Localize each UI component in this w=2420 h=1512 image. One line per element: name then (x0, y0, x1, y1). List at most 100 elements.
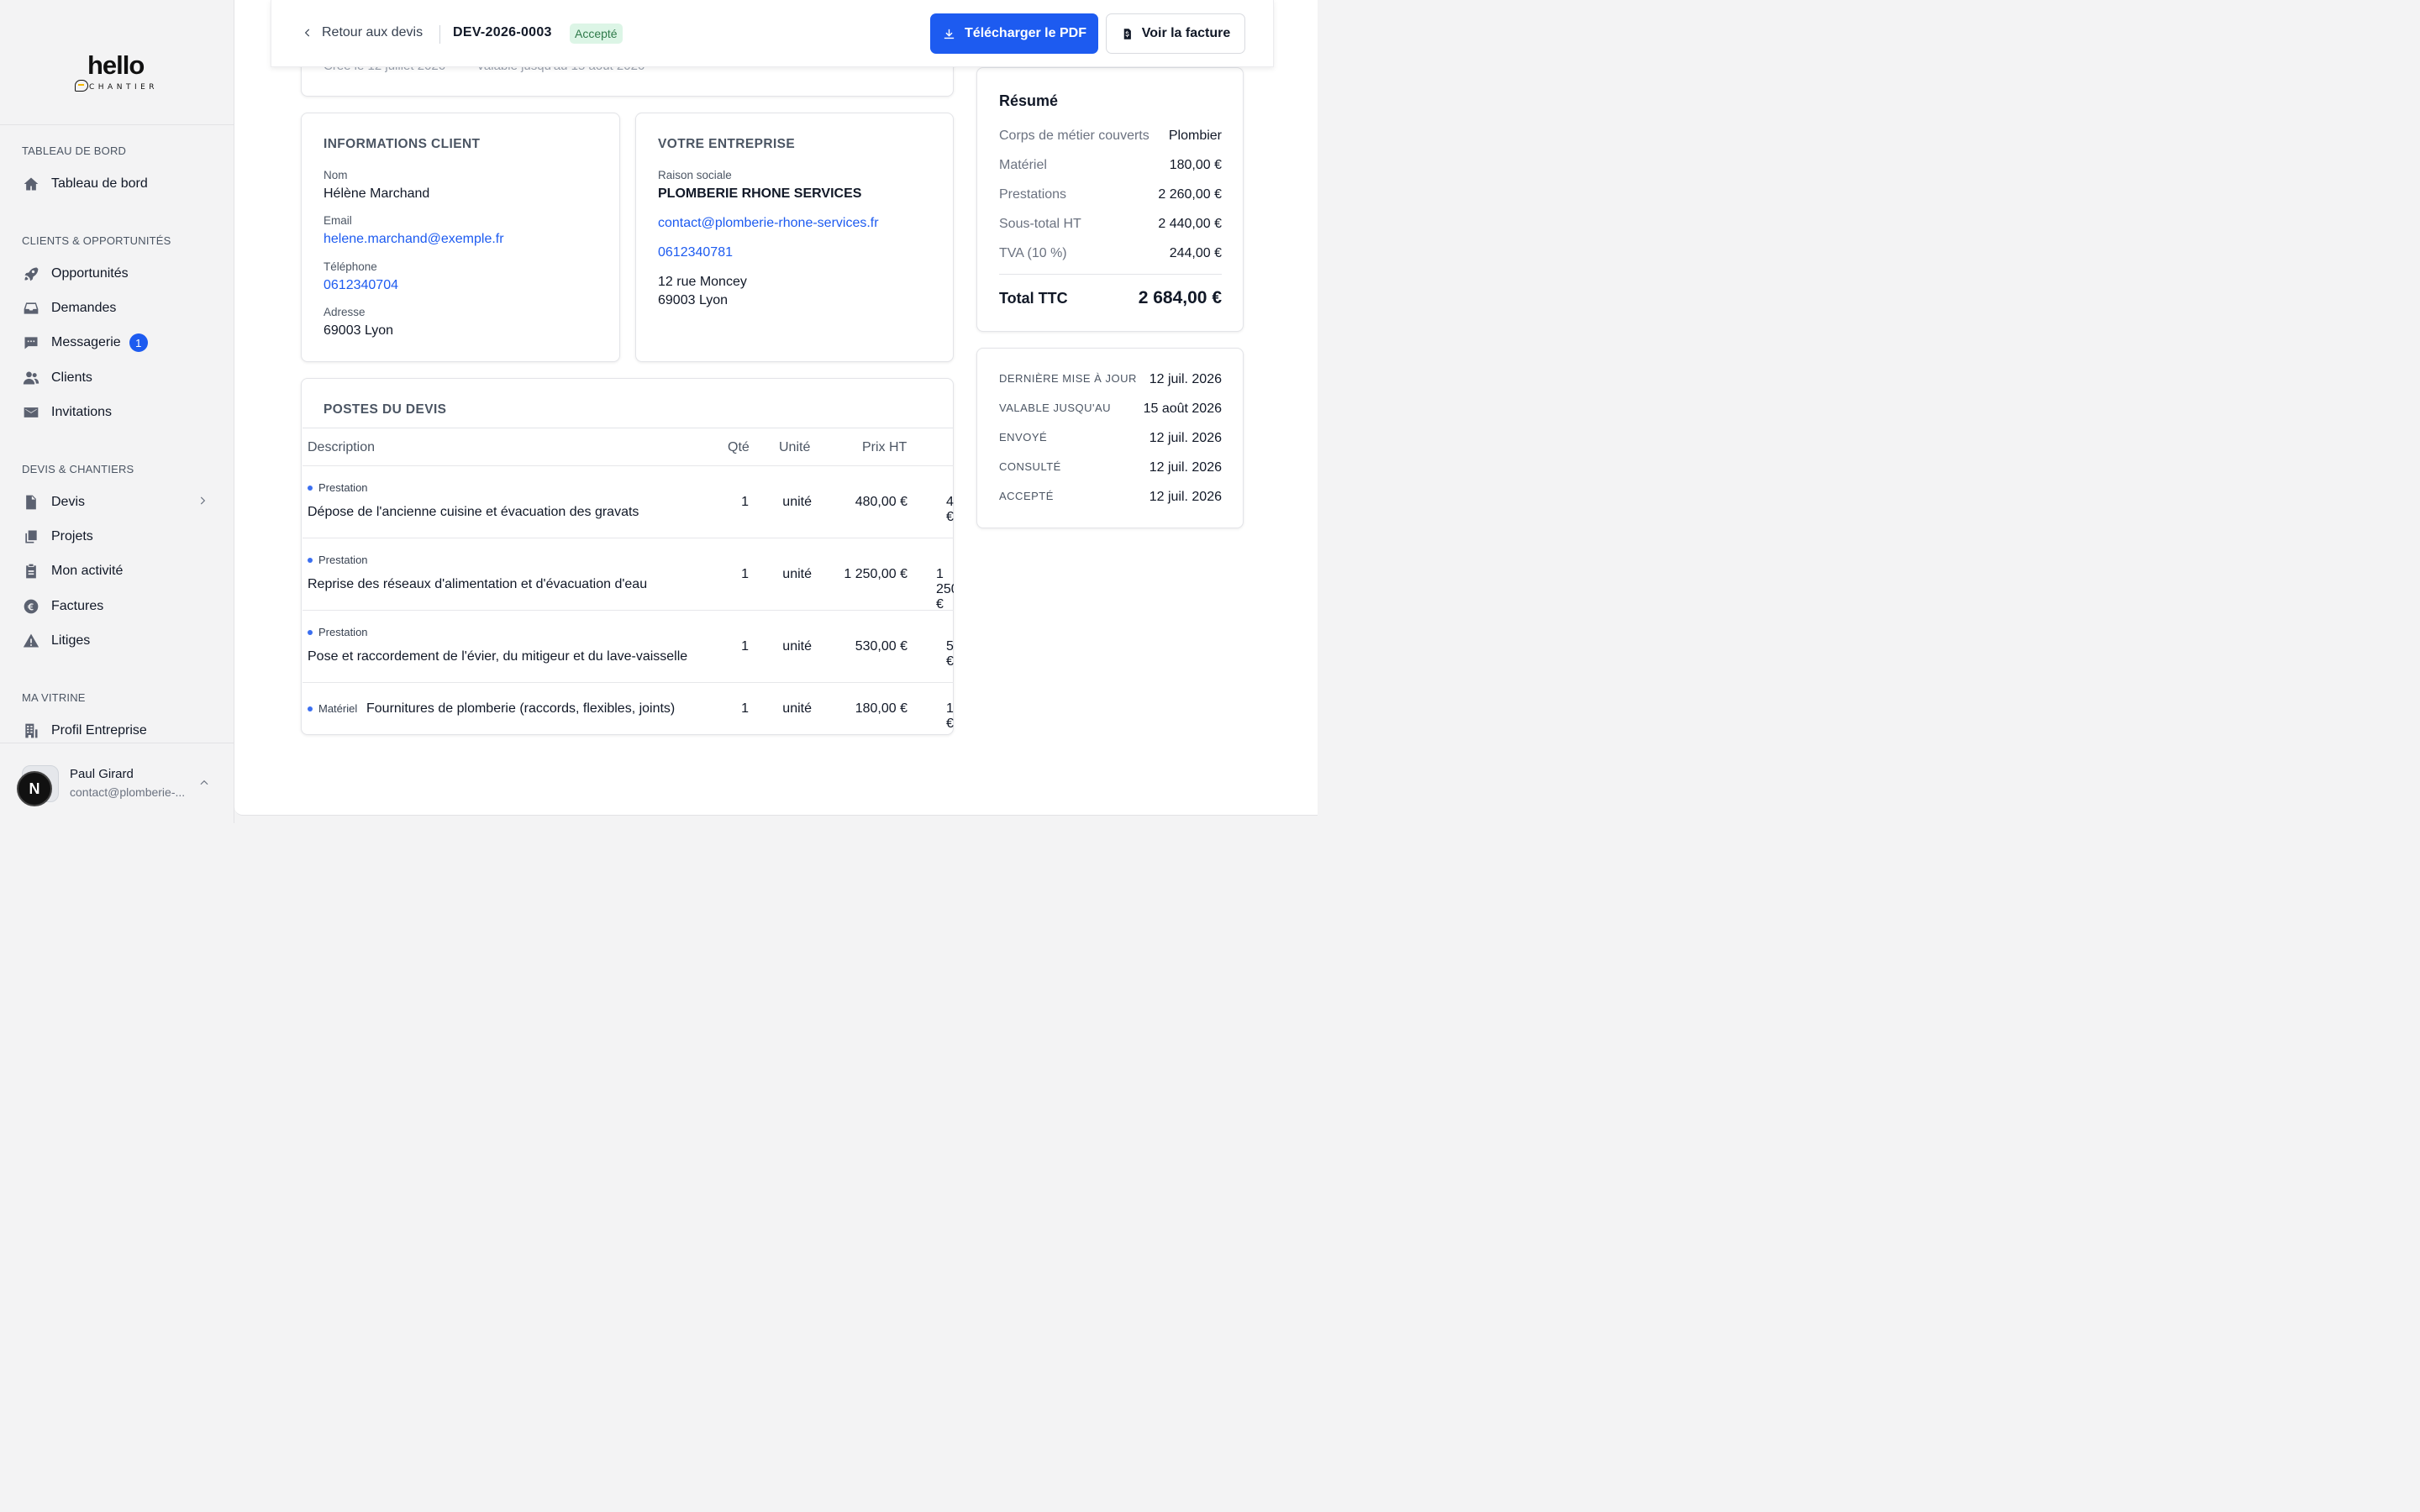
sidebar-item-label: Mon activité (51, 564, 124, 578)
lines-table[interactable]: Description Qté Unité Prix HT Prestation… (302, 428, 954, 735)
sidebar-item-label: Profil Entreprise (51, 723, 147, 738)
devis-lines-card: POSTES DU DEVIS Description Qté Unité Pr… (301, 378, 954, 735)
sidebar-item-opportunites[interactable]: Opportunités (22, 260, 213, 288)
unread-badge: 1 (129, 333, 148, 352)
inbox-icon (22, 299, 40, 318)
divider (439, 25, 440, 44)
back-to-devis-link[interactable]: Retour aux devis (302, 25, 423, 40)
date-row-updated: DERNIÈRE MISE À JOUR 12 juil. 2026 (999, 372, 1222, 386)
sidebar-item-label: Devis (51, 495, 86, 509)
sidebar-item-projets[interactable]: Projets (22, 522, 213, 551)
line-type: Prestation (308, 626, 368, 638)
sidebar-item-label: Messagerie (51, 335, 121, 349)
euro-icon (22, 597, 40, 616)
sidebar-item-label: Factures (51, 599, 104, 613)
nav-section-devis: DEVIS & CHANTIERS (22, 463, 134, 475)
download-icon (944, 29, 955, 39)
sidebar-item-devis[interactable]: Devis (22, 488, 213, 517)
company-address-line2: 69003 Lyon (658, 293, 729, 307)
sidebar-item-activite[interactable]: Mon activité (22, 557, 213, 585)
nav-section-vitrine: MA VITRINE (22, 691, 86, 704)
line-qty: 1 (741, 495, 749, 509)
date-row-sent: ENVOYÉ 12 juil. 2026 (999, 431, 1222, 445)
date-row-accepted: ACCEPTÉ 12 juil. 2026 (999, 490, 1222, 504)
company-name-label: Raison sociale (658, 169, 732, 181)
sidebar: hello CHANTIER TABLEAU DE BORD Tableau d… (0, 0, 234, 823)
summary-row-subtotal: Sous-total HT 2 440,00 € (999, 217, 1222, 231)
sidebar-item-messagerie[interactable]: Messagerie 1 (22, 328, 213, 357)
speech-bubble-icon (75, 80, 88, 92)
chevron-right-icon[interactable] (197, 495, 208, 511)
line-price: 180,00 € (855, 701, 908, 716)
sidebar-item-profil[interactable]: Profil Entreprise (22, 717, 213, 745)
summary-title: Résumé (999, 92, 1059, 109)
logo-subtitle: CHANTIER (89, 83, 159, 92)
line-unit: unité (782, 567, 812, 581)
col-qty: Qté (728, 440, 750, 454)
nav-section-clients: CLIENTS & OPPORTUNITÉS (22, 234, 171, 247)
view-invoice-button[interactable]: Voir la facture (1106, 13, 1245, 54)
line-unit: unité (782, 495, 812, 509)
line-total: 480,00 € (946, 495, 954, 524)
summary-row-trades: Corps de métier couverts Plombier (999, 129, 1222, 143)
client-email-label: Email (324, 214, 352, 227)
sidebar-item-litiges[interactable]: Litiges (22, 627, 213, 655)
client-email-link[interactable]: helene.marchand@exemple.fr (324, 232, 504, 247)
chevron-up-icon[interactable] (198, 777, 210, 793)
card-title: POSTES DU DEVIS (324, 402, 447, 417)
client-name-label: Nom (324, 169, 348, 181)
company-name: PLOMBERIE RHONE SERVICES (658, 186, 862, 201)
sidebar-item-label: Tableau de bord (51, 176, 148, 191)
summary-divider (999, 274, 1222, 275)
sidebar-item-demandes[interactable]: Demandes (22, 294, 213, 323)
sidebar-item-factures[interactable]: Factures (22, 592, 213, 621)
sidebar-item-clients[interactable]: Clients (22, 364, 213, 392)
client-address: 69003 Lyon (324, 323, 394, 338)
client-address-label: Adresse (324, 306, 366, 318)
company-email-link[interactable]: contact@plomberie-rhone-services.fr (658, 216, 879, 231)
mail-icon (22, 403, 40, 422)
chat-icon (22, 333, 40, 352)
users-icon (22, 369, 40, 387)
client-name: Hélène Marchand (324, 186, 430, 201)
logo-wordmark: hello (87, 50, 145, 80)
next-dev-badge[interactable]: N (17, 771, 52, 806)
sidebar-item-label: Projets (51, 529, 93, 543)
download-pdf-label: Télécharger le PDF (965, 26, 1086, 40)
nav-section-dashboard: TABLEAU DE BORD (22, 144, 127, 157)
view-invoice-label: Voir la facture (1141, 26, 1231, 40)
company-phone-link[interactable]: 0612340781 (658, 245, 733, 260)
table-row: Prestation Reprise des réseaux d'aliment… (302, 538, 954, 612)
line-qty: 1 (741, 639, 749, 654)
line-unit: unité (782, 639, 812, 654)
rocket-icon (22, 265, 40, 283)
sidebar-item-invitations[interactable]: Invitations (22, 398, 213, 427)
download-pdf-button[interactable]: Télécharger le PDF (930, 13, 1098, 54)
sidebar-item-label: Demandes (51, 301, 117, 315)
user-menu[interactable]: PG N Paul Girard contact@plomberie-... (0, 743, 234, 823)
line-type: Matériel (308, 702, 357, 715)
table-row: Prestation Dépose de l'ancienne cuisine … (302, 465, 954, 538)
line-type: Prestation (308, 481, 368, 494)
line-price: 480,00 € (855, 495, 908, 509)
summary-row-prestations: Prestations 2 260,00 € (999, 187, 1222, 202)
client-info-card: INFORMATIONS CLIENT Nom Hélène Marchand … (301, 113, 620, 362)
sidebar-item-label: Opportunités (51, 266, 129, 281)
sidebar-item-dashboard[interactable]: Tableau de bord (22, 170, 213, 198)
page-header-bar: Retour aux devis DEV-2026-0003 Accepté T… (271, 0, 1274, 67)
col-price: Prix HT (862, 440, 908, 454)
line-description: Fournitures de plomberie (raccords, flex… (366, 701, 676, 716)
col-description: Description (308, 440, 376, 454)
chevron-left-icon (304, 29, 310, 37)
user-name: Paul Girard (70, 767, 134, 781)
summary-row-materiel: Matériel 180,00 € (999, 158, 1222, 172)
app-logo[interactable]: hello CHANTIER (0, 0, 234, 125)
line-description: Pose et raccordement de l'évier, du miti… (308, 649, 688, 664)
summary-total: Total TTC 2 684,00 € (999, 288, 1222, 307)
line-qty: 1 (741, 701, 749, 716)
company-info-card: VOTRE ENTREPRISE Raison sociale PLOMBERI… (635, 113, 954, 362)
document-icon (22, 493, 40, 512)
client-phone-link[interactable]: 0612340704 (324, 278, 398, 293)
date-row-viewed: CONSULTÉ 12 juil. 2026 (999, 460, 1222, 475)
card-title: INFORMATIONS CLIENT (324, 137, 481, 151)
